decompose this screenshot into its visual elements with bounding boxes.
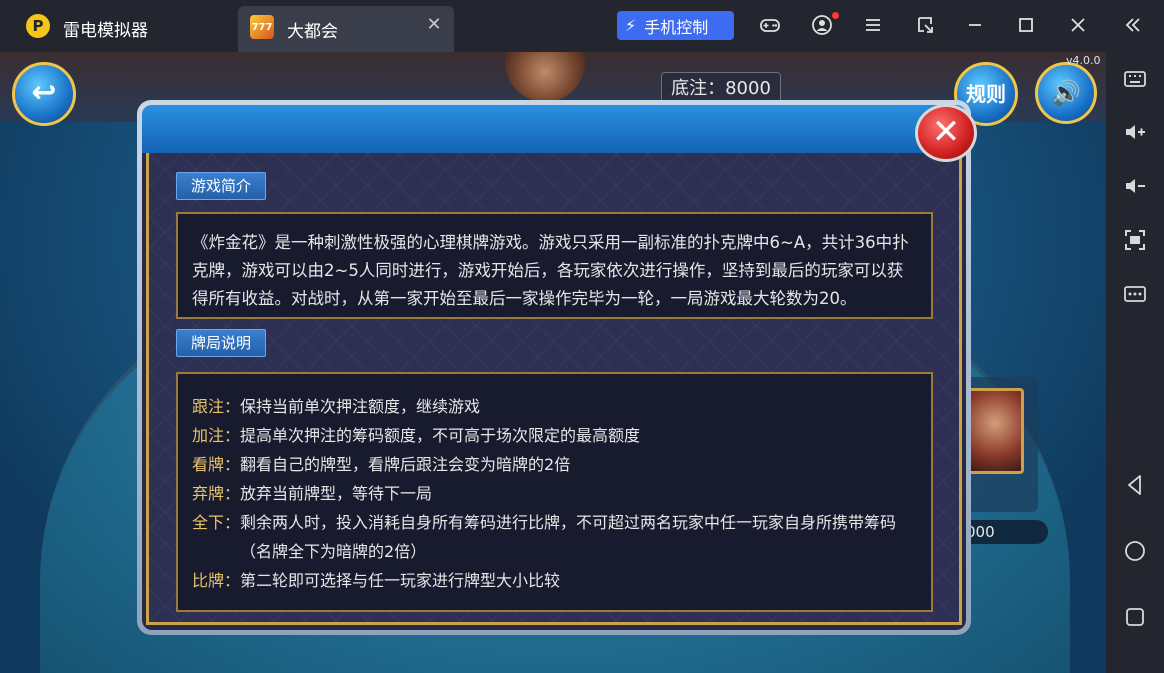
app-name: 雷电模拟器 <box>63 21 148 41</box>
rule-item-fold: 弃牌： 放弃当前牌型，等待下一局 <box>192 479 915 508</box>
player-avatar[interactable] <box>966 388 1024 474</box>
close-x-icon: ✕ <box>931 112 961 152</box>
home-nav-icon[interactable] <box>1121 537 1149 565</box>
volume-up-icon[interactable] <box>1121 118 1149 146</box>
menu-icon[interactable] <box>861 13 885 37</box>
rule-item-call: 跟注： 保持当前单次押注额度，继续游戏 <box>192 392 915 421</box>
lightning-icon: ⚡ <box>625 16 637 35</box>
back-nav-icon[interactable] <box>1121 471 1149 499</box>
close-dialog-button[interactable]: ✕ <box>915 104 977 162</box>
intro-text: 《炸金花》是一种刺激性极强的心理棋牌游戏。游戏只采用一副标准的扑克牌中6~A，共… <box>192 233 909 308</box>
rule-key: 弃牌： <box>192 484 241 503</box>
player-chips: 000 <box>958 520 1048 544</box>
rule-key: 全下： <box>192 513 241 532</box>
rule-key: 跟注： <box>192 397 241 416</box>
window-shrink-icon[interactable] <box>913 13 937 37</box>
app-logo-icon: P <box>26 14 50 38</box>
intro-section-tag: 游戏简介 <box>176 172 267 200</box>
more-icon[interactable] <box>1121 280 1149 308</box>
rule-key: 比牌： <box>192 571 241 590</box>
minimize-icon[interactable] <box>963 13 987 37</box>
tab-title: 大都会 <box>287 22 338 42</box>
recents-nav-icon[interactable] <box>1121 603 1149 631</box>
maximize-icon[interactable] <box>1014 13 1038 37</box>
phone-control-label: 手机控制 <box>644 17 709 37</box>
rule-item-compare: 比牌： 第二轮即可选择与任一玩家进行牌型大小比较 <box>192 566 915 595</box>
speaker-icon: 🔊 <box>1051 79 1081 107</box>
sound-button[interactable]: 🔊 <box>1035 62 1097 124</box>
phone-control-button[interactable]: ⚡ 手机控制 <box>617 11 734 40</box>
gamepad-icon[interactable] <box>758 13 782 37</box>
rule-item-all-in: 全下： 剩余两人时，投入消耗自身所有筹码进行比牌，不可超过两名玩家中任一玩家自身… <box>192 508 915 566</box>
rule-text: 提高单次押注的筹码额度，不可高于场次限定的最高额度 <box>240 426 641 445</box>
game-app-icon: 777 <box>250 15 274 39</box>
collapse-sidebar-icon[interactable] <box>1121 13 1145 37</box>
rule-text: 翻看自己的牌型，看牌后跟注会变为暗牌的2倍 <box>240 455 571 474</box>
rule-text: 放弃当前牌型，等待下一局 <box>240 484 433 503</box>
rules-text-box: 跟注： 保持当前单次押注额度，继续游戏 加注： 提高单次押注的筹码额度，不可高于… <box>176 372 933 612</box>
screenshot-icon[interactable] <box>1121 226 1149 254</box>
rules-dialog-header <box>142 105 966 153</box>
intro-text-box: 《炸金花》是一种刺激性极强的心理棋牌游戏。游戏只采用一副标准的扑克牌中6~A，共… <box>176 212 933 319</box>
user-icon[interactable] <box>810 13 834 37</box>
keyboard-icon[interactable] <box>1121 65 1149 93</box>
version-label: v4.0.0 <box>1066 54 1101 67</box>
back-button[interactable]: ↩ <box>12 62 76 126</box>
rule-text: 保持当前单次押注额度，继续游戏 <box>240 397 481 416</box>
rule-item-raise: 加注： 提高单次押注的筹码额度，不可高于场次限定的最高额度 <box>192 421 915 450</box>
volume-down-icon[interactable] <box>1121 172 1149 200</box>
emulator-titlebar: P 雷电模拟器 777 大都会 ✕ ⚡ 手机控制 <box>0 0 1164 52</box>
notification-dot <box>832 12 839 19</box>
rule-item-look: 看牌： 翻看自己的牌型，看牌后跟注会变为暗牌的2倍 <box>192 450 915 479</box>
emulator-sidebar <box>1106 52 1164 673</box>
rule-key: 加注： <box>192 426 241 445</box>
tab-close-icon[interactable]: ✕ <box>424 15 444 35</box>
rule-text: 剩余两人时，投入消耗自身所有筹码进行比牌，不可超过两名玩家中任一玩家自身所携带筹… <box>240 513 897 561</box>
rules-section-tag: 牌局说明 <box>176 329 267 357</box>
rule-text: 第二轮即可选择与任一玩家进行牌型大小比较 <box>240 571 561 590</box>
rule-key: 看牌： <box>192 455 241 474</box>
tab-game[interactable]: 777 大都会 ✕ <box>238 6 454 52</box>
return-arrow-icon: ↩ <box>31 75 57 110</box>
close-icon[interactable] <box>1066 13 1090 37</box>
